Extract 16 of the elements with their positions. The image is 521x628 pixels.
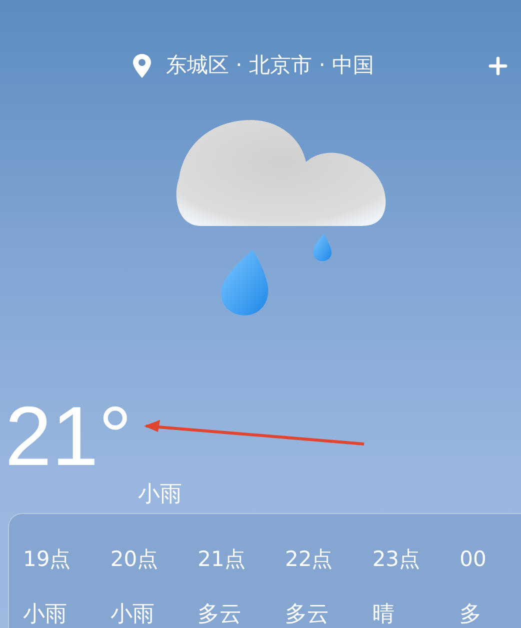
temperature-text: 21° [5, 394, 132, 478]
location-text: 东城区 · 北京市 · 中国 [166, 52, 374, 80]
hour-label: 22点 [284, 546, 333, 573]
hour-label: 21点 [198, 546, 246, 573]
hour-label: 20点 [110, 546, 158, 573]
condition-text: 小雨 [138, 482, 182, 507]
location-pin-icon [130, 53, 154, 79]
hour-label: 23点 [372, 546, 420, 573]
hour-label: 00 [460, 546, 486, 573]
hour-condition: 小雨 [23, 600, 67, 628]
hour-condition: 多云 [198, 600, 242, 628]
hour-condition: 多云 [284, 600, 329, 628]
hour-label: 19点 [23, 546, 71, 573]
hour-condition: 多 [460, 600, 482, 628]
hour-condition: 晴 [372, 600, 394, 628]
hour-condition: 小雨 [110, 600, 154, 628]
